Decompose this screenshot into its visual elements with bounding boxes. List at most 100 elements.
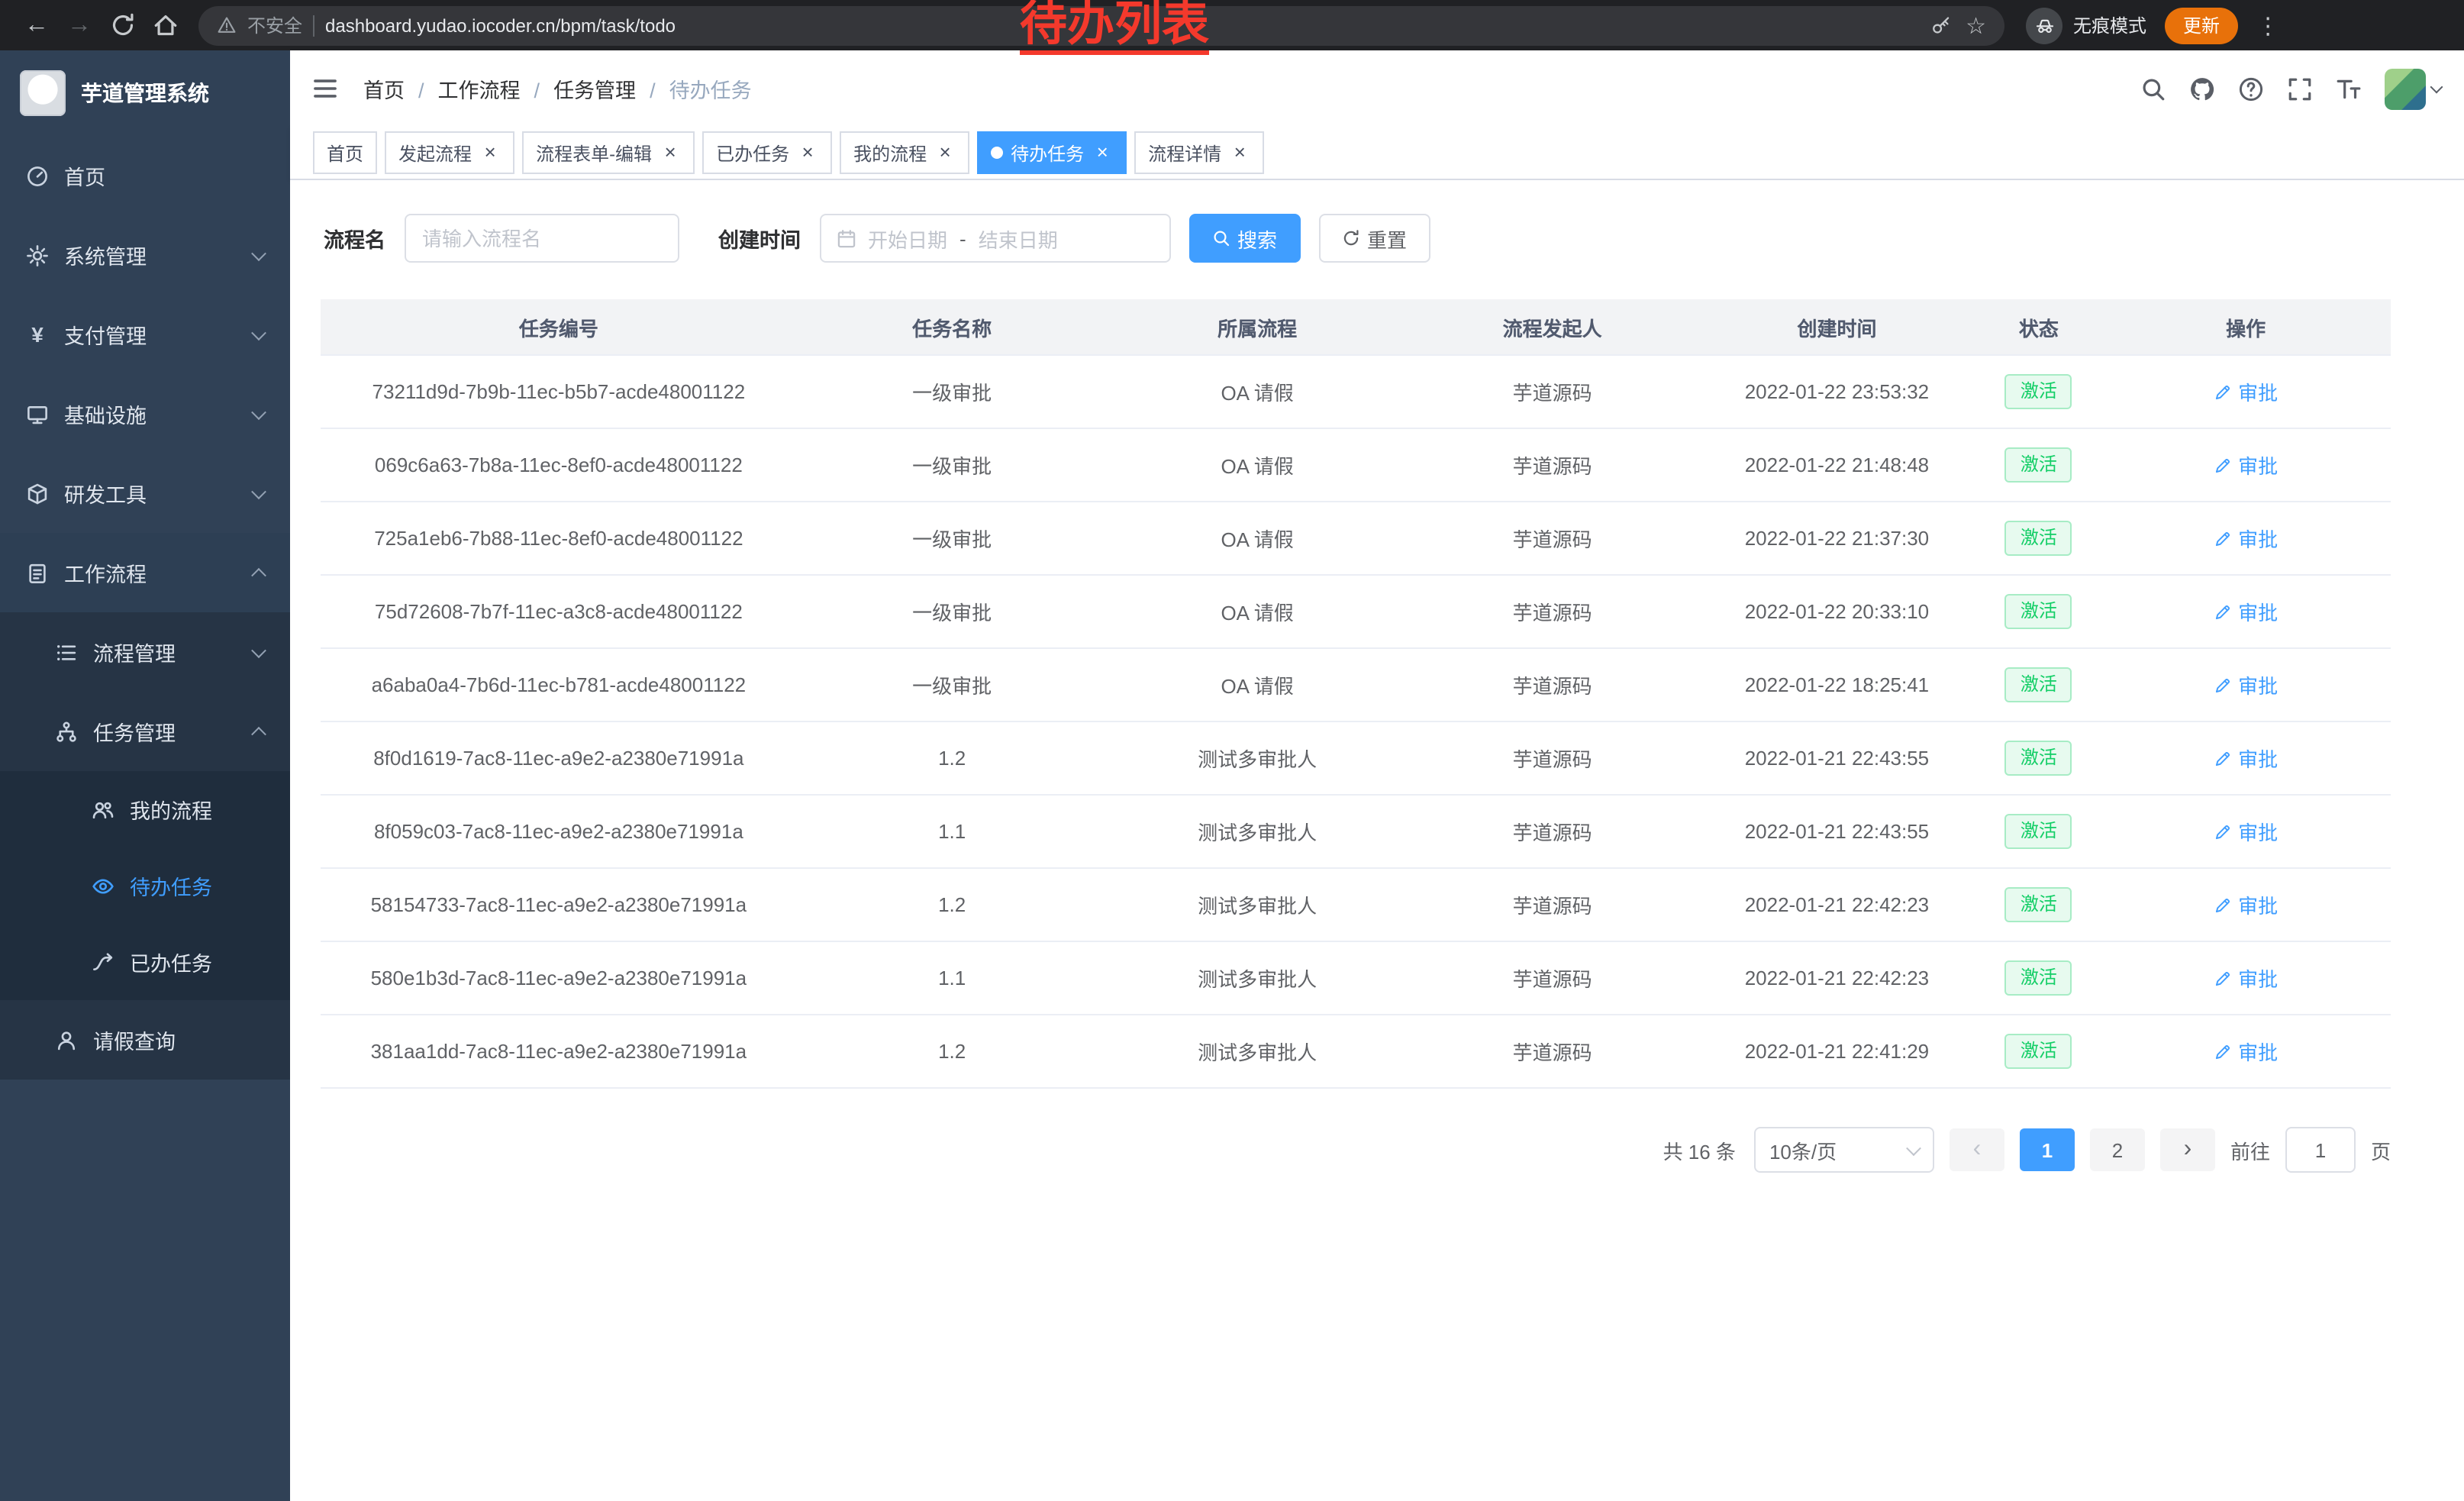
breadcrumb: 首页 工作流程 任务管理 待办任务: [363, 73, 752, 104]
tab-home[interactable]: 首页: [313, 131, 377, 174]
page-size-select[interactable]: 10条/页: [1754, 1127, 1934, 1173]
github-button[interactable]: [2189, 76, 2215, 102]
close-icon[interactable]: ×: [660, 142, 681, 163]
approve-link-label: 审批: [2238, 597, 2278, 626]
cell-task-id: 381aa1dd-7ac8-11ec-a9e2-a2380e71991a: [321, 1015, 797, 1088]
date-range-separator: -: [959, 227, 966, 250]
tab-label: 流程详情: [1148, 140, 1221, 166]
header-search-button[interactable]: [2140, 76, 2166, 102]
approve-link[interactable]: 审批: [2214, 670, 2278, 699]
col-task-name: 任务名称: [797, 299, 1108, 355]
browser-forward-button[interactable]: →: [58, 4, 101, 47]
goto-page-input[interactable]: [2285, 1127, 2356, 1173]
status-badge: 激活: [2005, 594, 2072, 629]
process-name-label: 流程名: [324, 223, 385, 253]
cell-action: 审批: [2101, 941, 2391, 1015]
sidebar-item-system[interactable]: 系统管理: [0, 215, 290, 295]
pagination: 共 16 条 10条/页 ‹ 1 2 › 前往 页: [321, 1089, 2391, 1219]
sidebar-item-process-mgmt[interactable]: 流程管理: [0, 612, 290, 692]
breadcrumb-workflow[interactable]: 工作流程: [405, 73, 521, 104]
sidebar-item-payment[interactable]: ¥ 支付管理: [0, 295, 290, 374]
sidebar-submenu-task: 我的流程 待办任务 已办任务: [0, 771, 290, 1000]
chrome-right-tools: 无痕模式 更新 ⋮: [2026, 7, 2279, 44]
date-range-picker[interactable]: 开始日期 - 结束日期: [819, 214, 1170, 263]
tab-label: 待办任务: [1011, 140, 1084, 166]
search-button[interactable]: 搜索: [1188, 214, 1300, 263]
browser-update-button[interactable]: 更新: [2165, 7, 2238, 44]
next-page-button[interactable]: ›: [2160, 1128, 2215, 1171]
cell-task-name: 1.1: [797, 941, 1108, 1015]
sidebar-item-todo-task[interactable]: 待办任务: [0, 847, 290, 924]
avatar[interactable]: [2385, 68, 2426, 109]
browser-home-button[interactable]: [144, 4, 186, 47]
approve-link[interactable]: 审批: [2214, 524, 2278, 553]
sidebar-item-workflow[interactable]: 工作流程: [0, 533, 290, 612]
process-name-input[interactable]: [404, 214, 679, 263]
browser-menu-icon[interactable]: ⋮: [2256, 11, 2279, 39]
bookmark-star-icon[interactable]: ☆: [1966, 11, 1986, 39]
monitor-icon: [26, 402, 49, 425]
address-bar[interactable]: 不安全 dashboard.yudao.iocoder.cn/bpm/task/…: [198, 5, 2004, 45]
col-task-id: 任务编号: [321, 299, 797, 355]
approve-link[interactable]: 审批: [2214, 450, 2278, 479]
chevron-down-icon: [2430, 80, 2443, 93]
tab-form-edit[interactable]: 流程表单-编辑×: [522, 131, 695, 174]
cell-process: OA 请假: [1108, 428, 1408, 502]
approve-link[interactable]: 审批: [2214, 744, 2278, 773]
approve-link-label: 审批: [2238, 964, 2278, 993]
approve-link[interactable]: 审批: [2214, 964, 2278, 993]
close-icon[interactable]: ×: [479, 142, 501, 163]
sidebar-item-home[interactable]: 首页: [0, 136, 290, 215]
tab-label: 首页: [327, 140, 363, 166]
prev-page-button[interactable]: ‹: [1950, 1128, 2004, 1171]
browser-chrome: ← → 不安全 dashboard.yudao.iocoder.cn/bpm/t…: [0, 0, 2464, 50]
close-icon[interactable]: ×: [1092, 142, 1113, 163]
browser-reload-button[interactable]: [101, 4, 144, 47]
tab-done-task[interactable]: 已办任务×: [702, 131, 832, 174]
close-icon[interactable]: ×: [1229, 142, 1250, 163]
col-process: 所属流程: [1108, 299, 1408, 355]
fullscreen-button[interactable]: [2287, 76, 2313, 102]
approve-link[interactable]: 审批: [2214, 377, 2278, 406]
font-size-button[interactable]: [2336, 76, 2362, 102]
cell-action: 审批: [2101, 355, 2391, 428]
docs-help-button[interactable]: [2238, 76, 2264, 102]
tab-process-detail[interactable]: 流程详情 ×: [1134, 131, 1264, 174]
tab-todo-task[interactable]: 待办任务 ×: [977, 131, 1127, 174]
edit-icon: [2214, 896, 2232, 914]
approve-link[interactable]: 审批: [2214, 890, 2278, 919]
cell-process: 测试多审批人: [1108, 941, 1408, 1015]
cell-created: 2022-01-22 21:48:48: [1697, 428, 1976, 502]
sidebar-item-my-process[interactable]: 我的流程: [0, 771, 290, 847]
cell-action: 审批: [2101, 795, 2391, 868]
page-button-1[interactable]: 1: [2020, 1128, 2075, 1171]
browser-back-button[interactable]: ←: [15, 4, 58, 47]
approve-link[interactable]: 审批: [2214, 1037, 2278, 1066]
user-avatar-menu[interactable]: [2385, 68, 2441, 109]
sidebar-item-task-mgmt[interactable]: 任务管理: [0, 692, 290, 771]
sidebar-collapse-button[interactable]: [311, 75, 339, 102]
sidebar-item-infra[interactable]: 基础设施: [0, 374, 290, 454]
cell-task-id: 58154733-7ac8-11ec-a9e2-a2380e71991a: [321, 868, 797, 941]
yen-icon: ¥: [26, 322, 49, 347]
table-row: 580e1b3d-7ac8-11ec-a9e2-a2380e71991a 1.1…: [321, 941, 2391, 1015]
reset-button[interactable]: 重置: [1318, 214, 1430, 263]
tab-my-process[interactable]: 我的流程×: [840, 131, 969, 174]
key-icon[interactable]: [1930, 15, 1950, 35]
approve-link[interactable]: 审批: [2214, 597, 2278, 626]
cell-status: 激活: [1977, 648, 2101, 721]
col-created: 创建时间: [1697, 299, 1976, 355]
approve-link[interactable]: 审批: [2214, 817, 2278, 846]
sidebar-item-label: 研发工具: [64, 478, 147, 508]
breadcrumb-home[interactable]: 首页: [363, 73, 405, 104]
cell-task-name: 1.2: [797, 721, 1108, 795]
breadcrumb-task-mgmt[interactable]: 任务管理: [521, 73, 637, 104]
close-icon[interactable]: ×: [797, 142, 818, 163]
page-button-2[interactable]: 2: [2090, 1128, 2145, 1171]
sidebar-item-done-task[interactable]: 已办任务: [0, 924, 290, 1000]
sidebar-item-leave-query[interactable]: 请假查询: [0, 1000, 290, 1080]
sidebar-item-devtools[interactable]: 研发工具: [0, 454, 290, 533]
close-icon[interactable]: ×: [934, 142, 956, 163]
tab-start-process[interactable]: 发起流程×: [385, 131, 514, 174]
cell-process: OA 请假: [1108, 502, 1408, 575]
